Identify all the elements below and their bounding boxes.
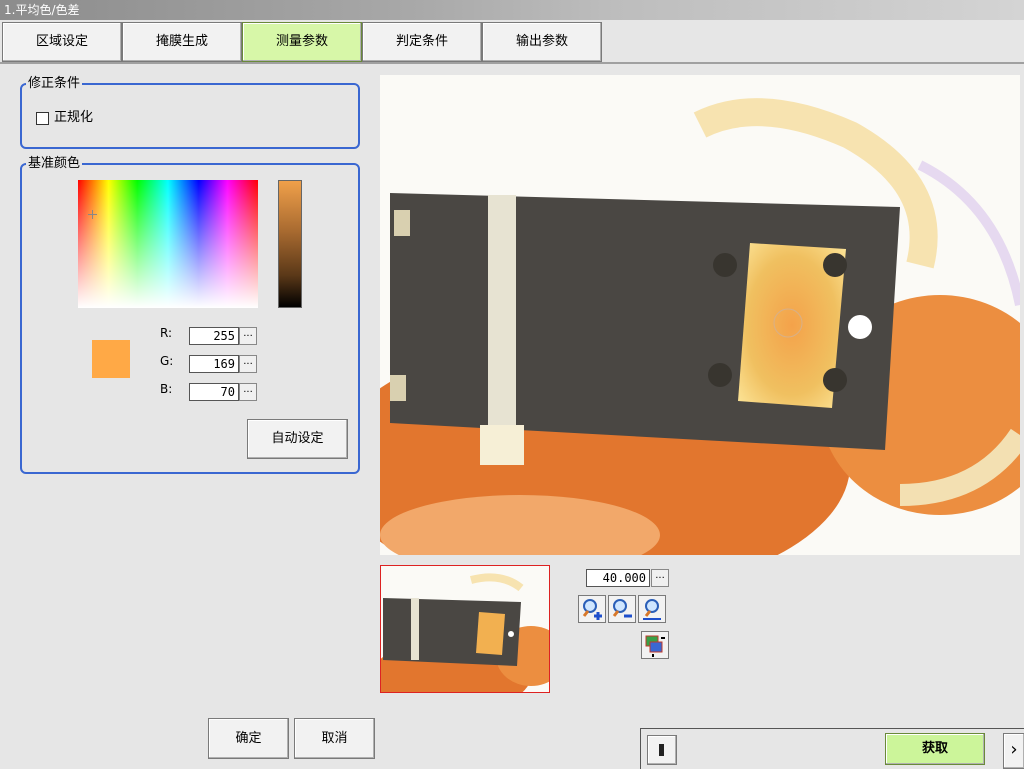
g-edit-button[interactable]: ...: [239, 355, 257, 373]
zoom-fit-icon: [643, 599, 661, 620]
acquire-button[interactable]: 获取: [885, 733, 985, 765]
window-title: 1.平均色/色差: [0, 0, 1024, 20]
stop-button[interactable]: [647, 735, 677, 765]
acquire-bar: 获取 ›: [640, 728, 1024, 769]
image-display-toggle-button[interactable]: [641, 631, 669, 659]
zoom-value-field[interactable]: 40.000: [586, 569, 650, 587]
tab-judgement-conditions[interactable]: 判定条件: [362, 22, 482, 62]
zoom-in-button[interactable]: [578, 595, 606, 623]
next-arrow-button[interactable]: ›: [1003, 733, 1024, 769]
camera-image-view[interactable]: [380, 75, 1020, 555]
cancel-button[interactable]: 取消: [294, 718, 375, 759]
camera-image: [380, 75, 1020, 555]
auto-set-button[interactable]: 自动设定: [247, 419, 348, 459]
zoom-in-icon: [582, 599, 602, 620]
normalize-label: 正规化: [54, 110, 94, 125]
r-label: R:: [160, 326, 173, 340]
zoom-edit-button[interactable]: ...: [651, 569, 669, 587]
thumbnail-image: [381, 566, 549, 692]
correction-group-title: 修正条件: [26, 75, 83, 93]
color-spectrum-picker[interactable]: [78, 180, 258, 308]
tab-mask-generation[interactable]: 掩膜生成: [122, 22, 242, 62]
tab-measurement-parameters[interactable]: 测量参数: [242, 22, 362, 62]
zoom-fit-button[interactable]: [638, 595, 666, 623]
reference-color-swatch: [92, 340, 130, 378]
b-edit-button[interactable]: ...: [239, 383, 257, 401]
b-label: B:: [160, 382, 173, 396]
image-switch-icon: [645, 635, 665, 657]
zoom-out-button[interactable]: [608, 595, 636, 623]
normalize-checkbox[interactable]: [36, 112, 49, 125]
picker-crosshair-icon: [88, 210, 97, 219]
g-label: G:: [160, 354, 174, 368]
r-value-field[interactable]: 255: [189, 327, 239, 345]
g-value-field[interactable]: 169: [189, 355, 239, 373]
tab-output-parameters[interactable]: 输出参数: [482, 22, 602, 62]
stop-icon: [659, 744, 664, 756]
r-edit-button[interactable]: ...: [239, 327, 257, 345]
brightness-slider[interactable]: [278, 180, 302, 308]
reference-color-group-title: 基准颜色: [26, 155, 83, 173]
zoom-out-icon: [612, 599, 632, 618]
navigator-thumbnail[interactable]: [380, 565, 550, 693]
tab-region-settings[interactable]: 区域设定: [2, 22, 122, 62]
tab-divider: [0, 62, 1024, 64]
ok-button[interactable]: 确定: [208, 718, 289, 759]
b-value-field[interactable]: 70: [189, 383, 239, 401]
